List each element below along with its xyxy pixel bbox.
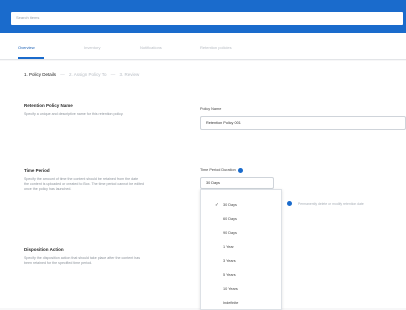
tab-inventory[interactable]: Inventory <box>84 45 100 51</box>
option-label: 5 Years <box>223 273 236 277</box>
step-review[interactable]: 3. Review <box>120 72 140 77</box>
active-tab-indicator <box>18 57 44 59</box>
policy-form: 1. Policy Details — 2. Assign Policy To … <box>0 61 406 310</box>
policy-name-label: Policy Name <box>200 107 222 111</box>
tab-retention-policies[interactable]: Retention policies <box>200 45 232 51</box>
check-icon: ✓ <box>215 202 219 207</box>
time-period-dropdown: ✓ 30 Days 60 Days 90 Days 1 Year 3 Years… <box>200 189 282 310</box>
tab-overview[interactable]: Overview <box>18 45 35 51</box>
disposition-title: Disposition Action <box>24 247 64 252</box>
step-separator: — <box>110 72 116 77</box>
option-label: 10 Years <box>223 287 238 291</box>
search-input[interactable]: Search items <box>11 12 403 25</box>
dropdown-option[interactable]: ✓ 30 Days <box>201 200 283 211</box>
dropdown-option[interactable]: 90 Days <box>201 228 283 239</box>
time-period-label-text: Time Period Duration <box>200 168 236 172</box>
time-period-label: Time Period Duration <box>200 167 243 173</box>
option-label: 60 Days <box>223 217 237 221</box>
dropdown-option[interactable]: 60 Days <box>201 214 283 225</box>
info-icon[interactable] <box>237 167 243 173</box>
breadcrumb-steps: 1. Policy Details — 2. Assign Policy To … <box>24 71 139 78</box>
policy-name-title: Retention Policy Name <box>24 103 73 108</box>
top-bar: Search items <box>0 0 406 33</box>
option-label: Indefinite <box>223 301 239 305</box>
search-placeholder: Search items <box>16 15 40 20</box>
step-separator: — <box>60 72 65 77</box>
step-policy-details[interactable]: 1. Policy Details <box>24 72 56 77</box>
disposition-option-text: Permanently delete or modify retention d… <box>298 202 364 206</box>
time-period-description: Specify the amount of time the content s… <box>24 177 145 192</box>
option-label: 3 Years <box>223 259 236 263</box>
dropdown-option[interactable]: 10 Years <box>201 284 283 295</box>
time-period-title: Time Period <box>24 168 50 173</box>
tab-bar: Overview Inventory Notifications Retenti… <box>0 33 406 60</box>
time-period-select[interactable]: 30 Days <box>200 177 274 189</box>
time-period-selected: 30 Days <box>206 181 220 185</box>
radio-button[interactable] <box>287 201 292 206</box>
policy-name-field[interactable]: Retention Policy 001 <box>200 116 406 130</box>
dropdown-option[interactable]: 5 Years <box>201 270 283 281</box>
option-label: 30 Days <box>223 203 237 207</box>
step-assign-policy[interactable]: 2. Assign Policy To <box>69 72 106 77</box>
dropdown-option[interactable]: 3 Years <box>201 256 283 267</box>
disposition-description: Specify the disposition action that shou… <box>24 256 141 266</box>
tab-notifications[interactable]: Notifications <box>140 45 162 51</box>
option-label: 90 Days <box>223 231 237 235</box>
policy-name-value: Retention Policy 001 <box>206 121 241 125</box>
dropdown-option[interactable]: 1 Year <box>201 242 283 253</box>
policy-name-description: Specify a unique and descriptive name fo… <box>24 112 124 116</box>
option-label: 1 Year <box>223 245 234 249</box>
dropdown-option[interactable]: Indefinite <box>201 298 283 309</box>
